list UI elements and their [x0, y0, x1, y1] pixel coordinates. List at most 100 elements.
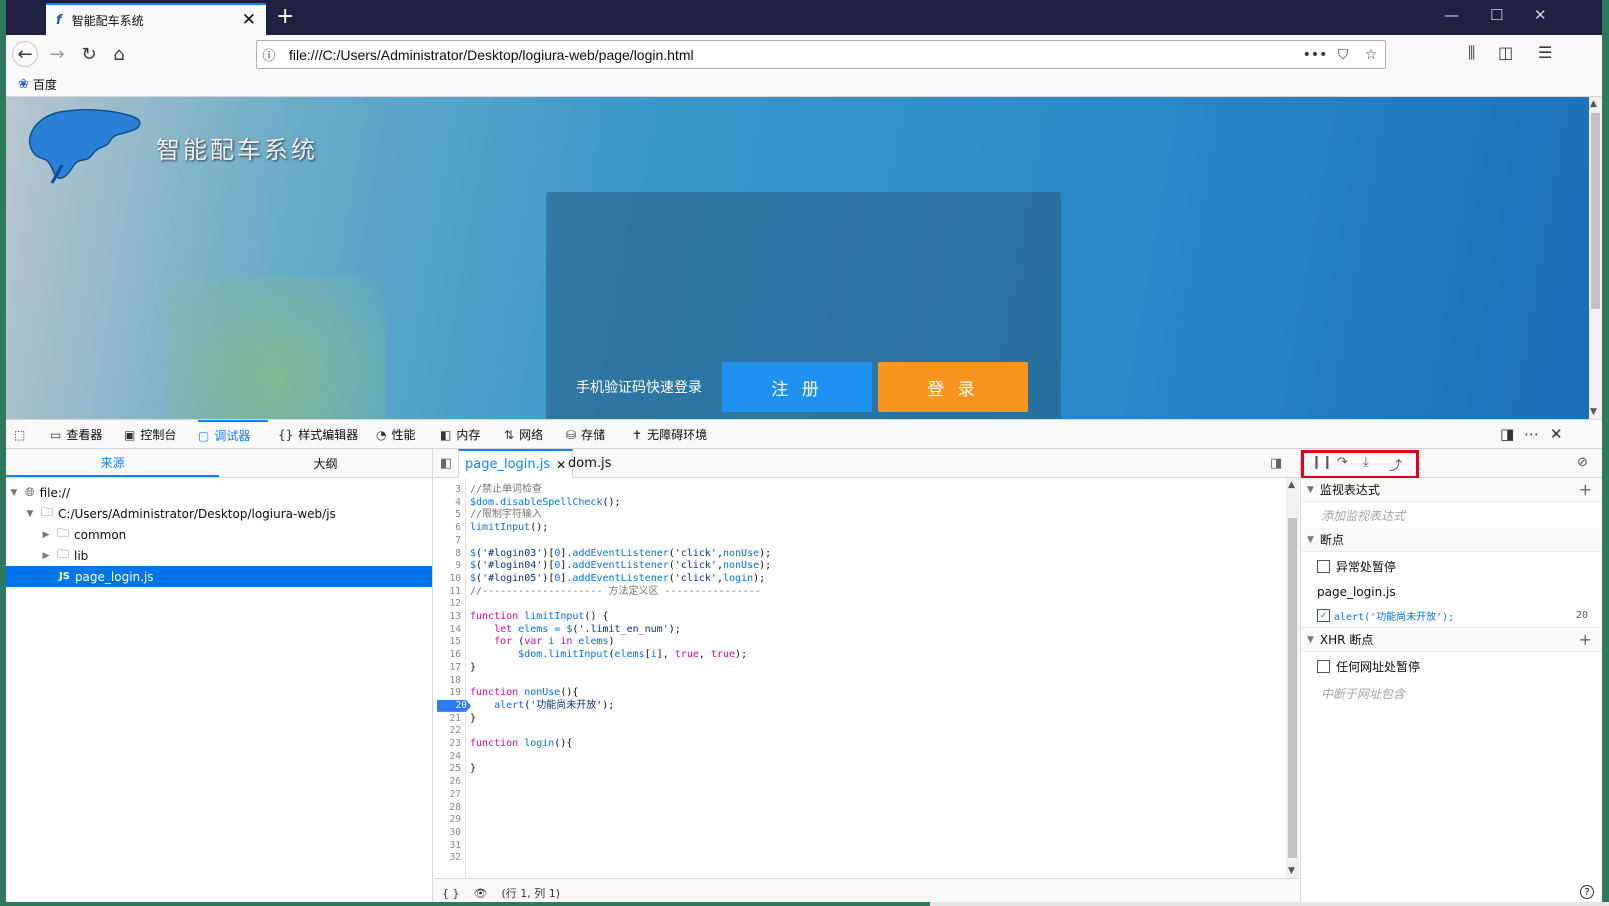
line-number[interactable]: 3 — [434, 484, 461, 496]
xhr-url-input[interactable]: 中断于网址包含 — [1301, 680, 1602, 706]
breakpoint-item[interactable]: ✓ alert('功能尚未开放'); 20 — [1301, 604, 1602, 628]
line-gutter[interactable]: 3 4 5 6 7 8 9 10 11 12 13 14 15 16 17 18 19 20 21 22 23 24 25 2… — [434, 478, 471, 878]
code-line[interactable]: alert('功能尚未开放'); — [470, 700, 614, 712]
tab-outline[interactable]: 大纲 — [219, 449, 432, 477]
close-window-button[interactable]: ✕ — [1534, 6, 1547, 24]
bookmark-star-icon[interactable]: ☆ — [1357, 47, 1385, 63]
devtools-more-icon[interactable]: ⋯ — [1524, 425, 1539, 443]
register-button[interactable]: 注 册 — [722, 362, 872, 412]
pause-any-url[interactable]: 任何网址处暂停 — [1301, 652, 1602, 680]
collapse-arrow-icon[interactable]: ▶ — [40, 551, 52, 561]
code-area[interactable]: 3 4 5 6 7 8 9 10 11 12 13 14 15 16 17 18 19 20 21 22 23 24 25 2… — [434, 478, 1284, 878]
tab-network[interactable]: ⇅ 网络 — [504, 420, 543, 449]
page-scrollbar[interactable]: ▲ ▼ — [1589, 97, 1602, 419]
reload-button[interactable]: ↻ — [76, 41, 102, 67]
deactivate-breakpoints-icon[interactable]: ⊘ — [1577, 455, 1588, 470]
pause-exceptions-checkbox[interactable] — [1317, 559, 1330, 573]
line-number[interactable]: 29 — [434, 814, 461, 826]
maximize-button[interactable]: ☐ — [1490, 6, 1503, 24]
sms-login-link[interactable]: 手机验证码快速登录 — [576, 377, 702, 397]
line-number[interactable]: 4 — [434, 497, 461, 509]
home-button[interactable]: ⌂ — [106, 41, 132, 67]
line-number[interactable]: 10 — [434, 573, 461, 585]
browser-tab[interactable]: f 智能配车系统 ✕ — [46, 3, 266, 35]
line-number[interactable]: 17 — [434, 662, 461, 674]
code-line[interactable]: function nonUse(){ — [470, 687, 578, 699]
scroll-up-icon[interactable]: ▲ — [1590, 99, 1597, 109]
expand-arrow-icon[interactable]: ▼ — [8, 488, 20, 498]
code-line[interactable]: function login(){ — [470, 738, 572, 750]
line-number[interactable]: 15 — [434, 636, 461, 648]
tab-console[interactable]: ▣ 控制台 — [124, 420, 176, 449]
line-number[interactable]: 27 — [434, 789, 461, 801]
close-tab-icon[interactable]: ✕ — [242, 10, 256, 30]
code-line[interactable]: //限制字符输入 — [470, 509, 542, 521]
breakpoint-checkbox[interactable]: ✓ — [1317, 609, 1330, 622]
editor-scroll-thumb[interactable] — [1288, 518, 1297, 858]
line-number[interactable]: 7 — [434, 535, 461, 547]
dock-icon[interactable]: ◨ — [1500, 425, 1514, 443]
code-line[interactable]: } — [470, 713, 476, 725]
code-line[interactable]: $('#login04')[0].addEventListener('click… — [470, 560, 771, 572]
editor-tab-dom[interactable]: dom.js — [562, 449, 617, 478]
code-line[interactable]: for (var i in elems) — [470, 636, 614, 648]
breakpoints-header[interactable]: ▼ 断点 — [1301, 528, 1602, 552]
line-number[interactable]: 22 — [434, 725, 461, 737]
editor-scrollbar[interactable]: ▲ ▼ — [1286, 478, 1299, 878]
line-number[interactable]: 28 — [434, 802, 461, 814]
pretty-print-button[interactable]: { } — [442, 887, 460, 900]
tree-item-page-login-js[interactable]: JS page_login.js — [6, 566, 432, 587]
tree-item-common[interactable]: ▶ 🗀︎ common — [6, 524, 432, 545]
tree-item-lib[interactable]: ▶ 🗀︎ lib — [6, 545, 432, 566]
back-button[interactable]: ← — [12, 41, 38, 67]
toggle-right-pane-icon[interactable]: ◨ — [1264, 449, 1288, 478]
line-number[interactable]: 32 — [434, 852, 461, 864]
add-watch-input[interactable]: 添加监视表达式 — [1301, 502, 1602, 528]
tab-memory[interactable]: ◧ 内存 — [440, 420, 480, 449]
line-number[interactable]: 14 — [434, 624, 461, 636]
code-line[interactable]: } — [470, 763, 476, 775]
line-number[interactable]: 13 — [434, 611, 461, 623]
close-devtools-icon[interactable]: ✕ — [1550, 425, 1563, 443]
tree-item-file-root[interactable]: ▼ 🌐︎ file:// — [6, 482, 432, 503]
minimize-button[interactable]: — — [1444, 6, 1459, 24]
line-number[interactable]: 12 — [434, 598, 461, 610]
breakpoint-marker[interactable]: 20 — [437, 699, 471, 712]
line-number[interactable]: 23 — [434, 738, 461, 750]
pause-on-exceptions[interactable]: 异常处暂停 — [1301, 552, 1602, 580]
code-line[interactable]: $('#login03')[0].addEventListener('click… — [470, 548, 771, 560]
site-info-icon[interactable]: ⓘ — [257, 45, 281, 64]
library-icon[interactable]: ⫼ — [1468, 43, 1475, 63]
collapse-arrow-icon[interactable]: ▶ — [40, 530, 52, 540]
page-actions-icon[interactable]: ••• — [1301, 47, 1329, 63]
line-number[interactable]: 18 — [434, 675, 461, 687]
scroll-thumb[interactable] — [1591, 113, 1600, 309]
line-number[interactable]: 8 — [434, 548, 461, 560]
pause-any-url-checkbox[interactable] — [1317, 659, 1330, 673]
menu-icon[interactable]: ☰ — [1538, 43, 1552, 62]
new-tab-button[interactable]: + — [276, 4, 294, 29]
pocket-icon[interactable]: ⛉ — [1329, 47, 1357, 63]
line-number[interactable]: 25 — [434, 763, 461, 775]
line-number[interactable]: 5 — [434, 509, 461, 521]
xhr-breakpoints-header[interactable]: ▼ XHR 断点 + — [1301, 628, 1602, 652]
scroll-down-icon[interactable]: ▼ — [1590, 407, 1597, 417]
url-text[interactable]: file:///C:/Users/Administrator/Desktop/l… — [281, 47, 1301, 63]
pick-element-icon[interactable]: ⬚ — [14, 420, 25, 449]
bookmark-baidu[interactable]: 百度 — [33, 76, 57, 93]
add-xhr-breakpoint-icon[interactable]: + — [1579, 630, 1592, 649]
line-number[interactable]: 26 — [434, 776, 461, 788]
editor-tab-page-login[interactable]: page_login.js ✕ — [458, 449, 574, 478]
line-number[interactable]: 6 — [434, 522, 461, 534]
code-line[interactable]: //禁止单词检查 — [470, 484, 542, 496]
code-line[interactable]: $('#login05')[0].addEventListener('click… — [470, 573, 765, 585]
tab-style-editor[interactable]: {} 样式编辑器 — [278, 420, 358, 449]
tab-inspector[interactable]: ▭ 查看器 — [50, 420, 102, 449]
login-button[interactable]: 登 录 — [878, 362, 1028, 412]
sidebar-icon[interactable]: ◫ — [1498, 43, 1513, 62]
code-line[interactable]: $dom.disableSpellCheck(); — [470, 497, 621, 509]
tab-sources[interactable]: 来源 — [6, 449, 219, 477]
code-line[interactable]: limitInput(); — [470, 522, 548, 534]
line-number[interactable]: 9 — [434, 560, 461, 572]
line-number[interactable]: 30 — [434, 827, 461, 839]
